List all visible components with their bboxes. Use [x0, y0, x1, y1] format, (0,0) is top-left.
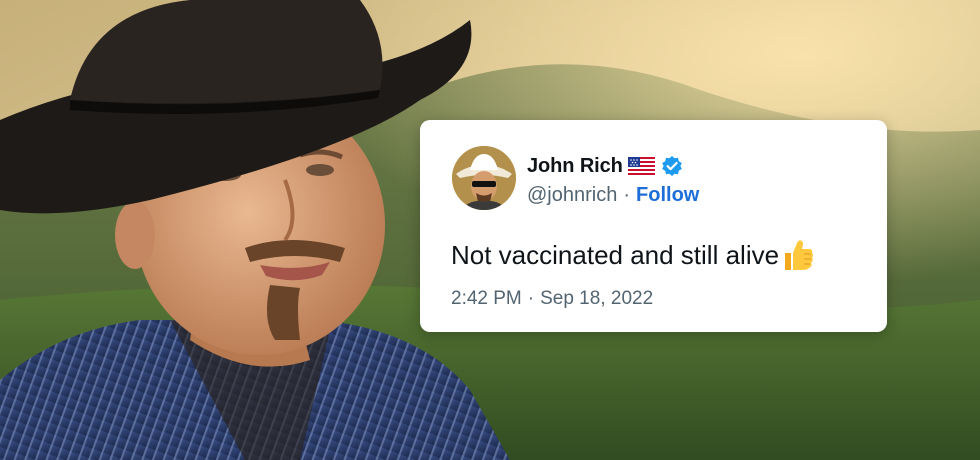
- tweet-time: 2:42 PM: [451, 288, 522, 309]
- separator-dot: ·: [527, 288, 535, 309]
- name-row: John Rich: [527, 154, 683, 178]
- follow-button[interactable]: Follow: [636, 184, 699, 207]
- us-flag-icon: [627, 157, 655, 175]
- separator-dot: ·: [623, 184, 631, 206]
- tweet-date: Sep 18, 2022: [540, 288, 654, 309]
- user-handle[interactable]: @johnrich: [527, 184, 617, 207]
- tweet-card: John Rich @johnrich · Follow Not vaccina…: [420, 120, 887, 332]
- verified-badge-icon: [661, 155, 683, 177]
- handle-row: @johnrich · Follow: [527, 184, 699, 207]
- profile-avatar[interactable]: [452, 146, 516, 210]
- tweet-text-row: Not vaccinated and still alive: [451, 237, 815, 273]
- display-name[interactable]: John Rich: [527, 155, 623, 178]
- timestamp-row[interactable]: 2:42 PM · Sep 18, 2022: [451, 288, 653, 310]
- tweet-text: Not vaccinated and still alive: [451, 239, 780, 270]
- thumbs-up-icon: [781, 237, 815, 273]
